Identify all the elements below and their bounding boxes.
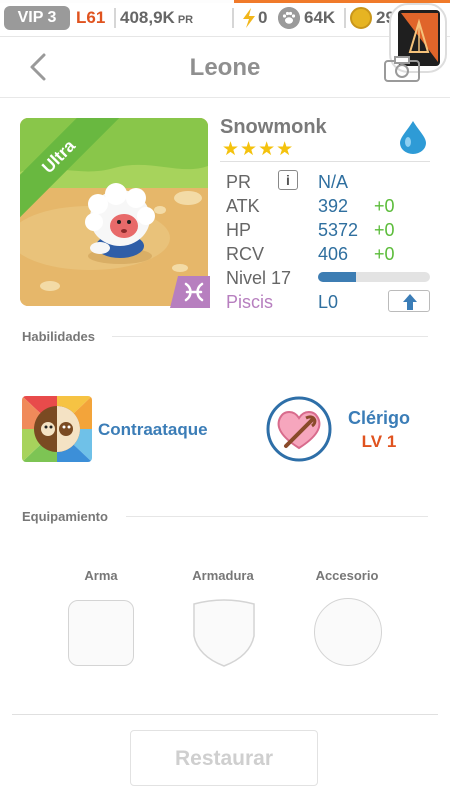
cleric-skill-name[interactable]: Clérigo <box>336 408 422 429</box>
rcv-label: RCV <box>226 244 265 264</box>
abilities-section-title: Habilidades <box>22 329 95 344</box>
top-accent-strip <box>0 0 450 3</box>
atk-bonus: +0 <box>374 196 395 216</box>
armor-slot[interactable] <box>190 598 258 668</box>
arrow-up-icon <box>403 294 417 310</box>
equipment-section-title: Equipamiento <box>22 509 108 524</box>
pr-label: PR <box>226 172 252 192</box>
power-readout: 408,9K PR <box>120 6 193 30</box>
hp-bonus: +0 <box>374 220 395 240</box>
status-divider <box>232 8 234 28</box>
weapon-slot[interactable] <box>68 600 134 666</box>
star-rating: ★★★★ <box>222 139 295 160</box>
player-level: L61 <box>76 8 106 27</box>
coin-icon <box>350 7 372 29</box>
rcv-value: 406 <box>318 244 349 264</box>
counterattack-skill-name[interactable]: Contraataque <box>98 420 208 440</box>
zodiac-value: L0 <box>318 292 339 312</box>
atk-value: 392 <box>318 196 349 216</box>
camera-icon[interactable] <box>384 56 420 82</box>
pet-name: Snowmonk <box>220 116 327 138</box>
power-value: 408,9K <box>120 8 175 27</box>
cleric-skill-level: LV 1 <box>361 432 397 451</box>
rcv-bonus: +0 <box>374 244 395 264</box>
footer-divider <box>12 714 438 715</box>
hp-label: HP <box>226 220 252 240</box>
armor-slot-label: Armadura <box>192 568 254 583</box>
bolt-icon <box>243 8 255 28</box>
energy-value: 0 <box>258 8 268 27</box>
zodiac-label: Piscis <box>226 292 274 312</box>
weapon-slot-label: Arma <box>84 568 118 583</box>
pr-value: N/A <box>318 172 349 192</box>
food-value: 64K <box>304 8 336 27</box>
header-divider <box>0 97 450 98</box>
equipment-divider <box>126 516 428 517</box>
abilities-divider <box>112 336 428 337</box>
xp-progress-bar <box>318 272 430 282</box>
accessory-slot[interactable] <box>314 598 382 666</box>
counterattack-skill-icon[interactable] <box>22 396 92 462</box>
level-label: Nivel 17 <box>226 268 292 288</box>
upgrade-button[interactable] <box>388 290 430 312</box>
power-unit: PR <box>177 14 194 26</box>
status-divider <box>344 8 346 28</box>
page-title: Leone <box>189 54 261 81</box>
pisces-icon <box>170 276 210 308</box>
stats-divider <box>220 161 430 162</box>
paw-icon <box>278 7 300 29</box>
vip-badge[interactable]: VIP 3 <box>4 6 70 30</box>
xp-progress-fill <box>318 272 357 282</box>
restore-button[interactable]: Restaurar <box>130 730 318 786</box>
hp-value: 5372 <box>318 220 359 240</box>
status-divider <box>114 8 116 28</box>
info-icon[interactable]: i <box>278 170 298 190</box>
atk-label: ATK <box>226 196 260 216</box>
cleric-skill-icon[interactable] <box>266 396 332 462</box>
water-drop-icon <box>400 121 426 154</box>
accessory-slot-label: Accesorio <box>315 568 379 583</box>
